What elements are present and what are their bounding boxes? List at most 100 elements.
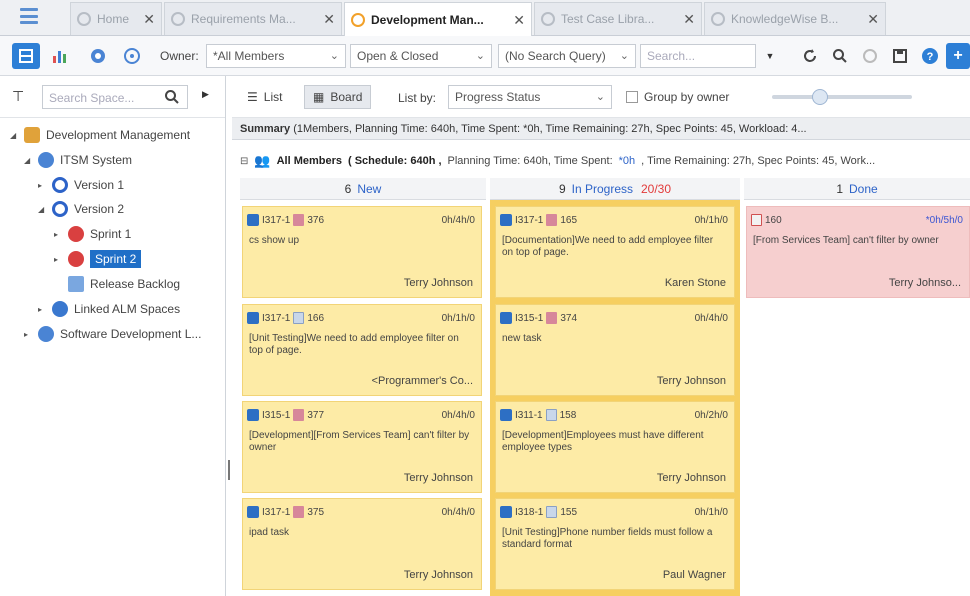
app-menu-icon[interactable] bbox=[18, 6, 40, 26]
tab-development[interactable]: Development Man... ✕ bbox=[344, 2, 532, 37]
list-by-select[interactable]: Progress Status ⌄ bbox=[448, 85, 612, 109]
search-button[interactable] bbox=[826, 43, 854, 69]
task-type-icon bbox=[500, 506, 512, 518]
tree-item-itsm-system[interactable]: ◢ ITSM System bbox=[24, 149, 132, 171]
toolbar: Owner: *All Members ⌄ Open & Closed ⌄ (N… bbox=[0, 36, 970, 76]
help-button[interactable]: ? bbox=[916, 43, 944, 69]
save-button[interactable] bbox=[886, 43, 914, 69]
status-select[interactable]: Open & Closed ⌄ bbox=[350, 44, 492, 68]
add-button[interactable]: + bbox=[946, 43, 970, 69]
tree-item-version-2[interactable]: ◢ Version 2 bbox=[38, 198, 124, 220]
tree-menu-icon[interactable]: ▶ bbox=[202, 89, 209, 100]
tree-item-software-development[interactable]: ▸ Software Development L... bbox=[24, 323, 201, 345]
backlog-icon bbox=[68, 276, 84, 292]
task-card[interactable]: I315-1 377 0h/4h/0 [Development][From Serv… bbox=[242, 401, 482, 493]
search-icon[interactable] bbox=[164, 89, 180, 105]
bug-icon bbox=[751, 214, 762, 226]
expand-arrow-icon[interactable]: ◢ bbox=[24, 156, 32, 165]
disabled-action-button[interactable] bbox=[856, 43, 884, 69]
task-type-icon bbox=[247, 214, 259, 226]
view-bar: ☰ List ▦ Board List by: Progress Status … bbox=[232, 76, 970, 118]
tab-knowledgewise[interactable]: KnowledgeWise B... ✕ bbox=[704, 2, 886, 35]
link-icon bbox=[52, 301, 68, 317]
tree-item-sprint-1[interactable]: ▸ Sprint 1 bbox=[54, 223, 131, 245]
task-card[interactable]: I317-1 376 0h/4h/0 cs show up Terry Johnso… bbox=[242, 206, 482, 298]
board-view-button[interactable]: ▦ Board bbox=[304, 85, 372, 109]
task-type-icon bbox=[247, 312, 259, 324]
task-card[interactable]: I315-1 374 0h/4h/0 new task Terry Johnson bbox=[495, 304, 735, 396]
owner-group-header: ⊟ 👥 All Members ( Schedule: 640h , Plann… bbox=[240, 153, 876, 168]
dropdown-arrow-icon: ▼ bbox=[765, 51, 775, 61]
search-query-select[interactable]: (No Search Query) ⌄ bbox=[498, 44, 636, 68]
tab-home[interactable]: Home ✕ bbox=[70, 2, 162, 35]
expand-arrow-icon[interactable]: ◢ bbox=[10, 131, 18, 140]
search-options-button[interactable]: ▼ bbox=[758, 43, 782, 69]
close-icon[interactable]: ✕ bbox=[323, 11, 335, 28]
close-icon[interactable]: ✕ bbox=[513, 12, 525, 29]
owner-select[interactable]: *All Members ⌄ bbox=[206, 44, 346, 68]
grid-icon bbox=[19, 49, 33, 63]
team-button[interactable] bbox=[84, 43, 112, 69]
task-card[interactable]: I317-1 165 0h/1h/0 [Documentation]We need … bbox=[495, 206, 735, 298]
document-icon bbox=[545, 409, 557, 421]
users-icon: 👥 bbox=[254, 153, 271, 168]
test-case-tab-icon bbox=[541, 12, 555, 26]
priority-icon bbox=[293, 214, 305, 226]
list-view-button[interactable]: ☰ List bbox=[238, 85, 291, 109]
collapse-arrow-icon[interactable]: ▸ bbox=[38, 181, 46, 190]
list-by-label: List by: bbox=[398, 91, 437, 105]
collapse-arrow-icon[interactable]: ▸ bbox=[54, 230, 62, 239]
block-icon bbox=[863, 49, 877, 63]
task-card[interactable]: 160 *0h/5h/0 [From Services Team] can't f… bbox=[746, 206, 970, 298]
team-icon bbox=[91, 49, 105, 63]
board-area: ☰ List ▦ Board List by: Progress Status … bbox=[232, 76, 970, 596]
zoom-slider-track[interactable] bbox=[772, 95, 912, 99]
tab-requirements[interactable]: Requirements Ma... ✕ bbox=[164, 2, 342, 35]
close-icon[interactable]: ✕ bbox=[143, 11, 155, 28]
tree-item-version-1[interactable]: ▸ Version 1 bbox=[38, 174, 124, 196]
tree-item-release-backlog[interactable]: Release Backlog bbox=[54, 273, 180, 295]
collapse-arrow-icon[interactable]: ▸ bbox=[54, 255, 62, 264]
column-header-in-progress: 9 In Progress 20/30 bbox=[490, 178, 740, 200]
close-icon[interactable]: ✕ bbox=[867, 11, 879, 28]
chevron-down-icon: ⌄ bbox=[329, 50, 339, 62]
chart-icon bbox=[53, 51, 66, 63]
collapse-arrow-icon[interactable]: ▸ bbox=[24, 330, 32, 339]
pin-icon[interactable]: ⊤ bbox=[12, 88, 24, 105]
task-type-icon bbox=[247, 409, 259, 421]
knowledgewise-tab-icon bbox=[711, 12, 725, 26]
task-type-icon bbox=[247, 506, 259, 518]
zoom-slider-handle[interactable] bbox=[812, 89, 828, 105]
tree-toolbar: ⊤ Search Space... ▶ bbox=[0, 76, 225, 118]
group-by-owner-label: Group by owner bbox=[644, 90, 730, 104]
sprint-icon bbox=[68, 251, 84, 267]
list-icon: ☰ bbox=[247, 90, 258, 104]
collapse-arrow-icon[interactable]: ▸ bbox=[38, 305, 46, 314]
task-card[interactable]: I311-1 158 0h/2h/0 [Development]Employees … bbox=[495, 401, 735, 493]
collapse-group-icon[interactable]: ⊟ bbox=[240, 156, 248, 167]
home-tab-icon bbox=[77, 12, 91, 26]
task-type-icon bbox=[500, 214, 512, 226]
document-icon bbox=[293, 312, 305, 324]
sprint-icon bbox=[68, 226, 84, 242]
priority-icon bbox=[293, 409, 305, 421]
tab-test-case-library[interactable]: Test Case Libra... ✕ bbox=[534, 2, 702, 35]
tree-item-development-management[interactable]: ◢ Development Management bbox=[10, 124, 190, 146]
board-view-toggle-button[interactable] bbox=[12, 43, 40, 69]
refresh-button[interactable] bbox=[796, 43, 824, 69]
group-by-owner-checkbox[interactable] bbox=[626, 91, 638, 103]
save-icon bbox=[893, 49, 907, 63]
search-input[interactable]: Search... bbox=[640, 44, 756, 68]
tree-item-linked-alm-spaces[interactable]: ▸ Linked ALM Spaces bbox=[38, 298, 180, 320]
task-card[interactable]: I317-1 375 0h/4h/0 ipad task Terry Johnson bbox=[242, 498, 482, 590]
filter-members-button[interactable] bbox=[118, 43, 146, 69]
task-card[interactable]: I317-1 166 0h/1h/0 [Unit Testing]We need t… bbox=[242, 304, 482, 396]
plus-icon: + bbox=[953, 47, 963, 64]
close-icon[interactable]: ✕ bbox=[683, 11, 695, 28]
tree-item-sprint-2[interactable]: ▸ Sprint 2 bbox=[54, 248, 142, 270]
report-button[interactable] bbox=[46, 43, 74, 69]
expand-arrow-icon[interactable]: ◢ bbox=[38, 205, 46, 214]
version-icon bbox=[52, 177, 68, 193]
search-icon bbox=[833, 49, 847, 63]
task-card[interactable]: I318-1 155 0h/1h/0 [Unit Testing]Phone num… bbox=[495, 498, 735, 590]
